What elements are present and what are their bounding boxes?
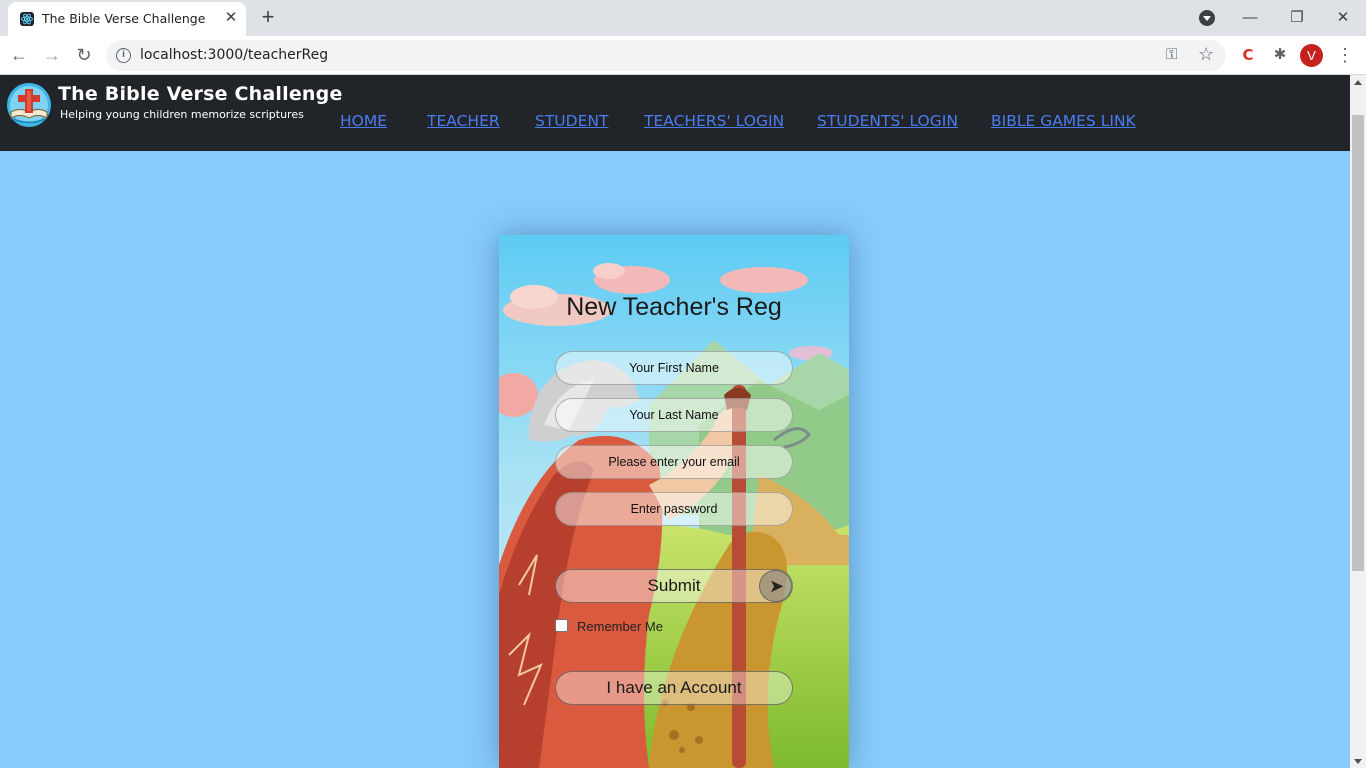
brand-subtitle: Helping young children memorize scriptur… [60,108,304,121]
tab-title: The Bible Verse Challenge [42,11,206,26]
page-scrollbar[interactable] [1350,75,1366,768]
reload-icon[interactable]: ↻ [73,44,95,66]
url-text[interactable]: localhost:3000/teacherReg [140,47,328,63]
profile-avatar[interactable]: V [1300,44,1323,67]
new-tab-button[interactable]: + [257,6,279,28]
nav-link-students-login[interactable]: STUDENTS' LOGIN [817,112,958,130]
bookmark-star-icon[interactable]: ☆ [1198,44,1214,65]
registration-card: New Teacher's Reg Your First Name Your L… [499,235,849,768]
minimize-button[interactable]: — [1236,6,1264,30]
scroll-up-arrow-icon[interactable] [1354,80,1362,85]
nav-link-home[interactable]: HOME [340,112,387,130]
submit-button[interactable]: Submit ➤ [555,569,793,603]
browser-tabstrip: The Bible Verse Challenge ✕ + — ❐ ✕ [0,0,1366,36]
site-info-icon[interactable]: i [116,48,131,63]
scroll-down-arrow-icon[interactable] [1354,759,1362,764]
scroll-thumb[interactable] [1352,115,1364,571]
browser-menu-icon[interactable]: ⋮ [1336,44,1354,66]
brand-title: The Bible Verse Challenge [58,83,343,105]
site-navbar: The Bible Verse Challenge Helping young … [0,75,1350,151]
extension-c-icon[interactable]: C [1238,45,1258,65]
form-title: New Teacher's Reg [566,293,782,321]
browser-toolbar: ← → ↻ i localhost:3000/teacherReg ⚿ ☆ C … [0,36,1366,75]
bible-logo-icon[interactable] [6,82,52,128]
submit-arrow-icon[interactable]: ➤ [759,570,792,602]
back-arrow-icon[interactable]: ← [8,44,30,66]
tab-search-icon[interactable] [1199,10,1215,26]
browser-tab[interactable]: The Bible Verse Challenge ✕ [8,2,246,36]
first-name-input[interactable]: Your First Name [555,351,793,385]
extensions-puzzle-icon[interactable]: ✱ [1270,45,1290,65]
password-key-icon[interactable]: ⚿ [1166,46,1177,63]
last-name-input[interactable]: Your Last Name [555,398,793,432]
nav-link-teacher[interactable]: TEACHER [427,112,500,130]
address-bar[interactable]: i localhost:3000/teacherReg ⚿ ☆ [106,40,1226,71]
react-favicon-icon [20,12,34,26]
password-input[interactable]: Enter password [555,492,793,526]
tab-close-icon[interactable]: ✕ [222,9,240,27]
close-window-button[interactable]: ✕ [1329,6,1357,30]
remember-me-label[interactable]: Remember Me [577,619,663,634]
have-account-button[interactable]: I have an Account [555,671,793,705]
nav-link-teachers-login[interactable]: TEACHERS' LOGIN [644,112,784,130]
nav-link-student[interactable]: STUDENT [535,112,608,130]
email-input[interactable]: Please enter your email [555,445,793,479]
restore-button[interactable]: ❐ [1283,6,1311,30]
forward-arrow-icon[interactable]: → [41,44,63,66]
nav-link-bible-games[interactable]: BIBLE GAMES LINK [991,112,1136,130]
page-viewport: The Bible Verse Challenge Helping young … [0,75,1350,768]
submit-label: Submit [647,576,701,595]
remember-me-checkbox[interactable] [555,619,568,632]
